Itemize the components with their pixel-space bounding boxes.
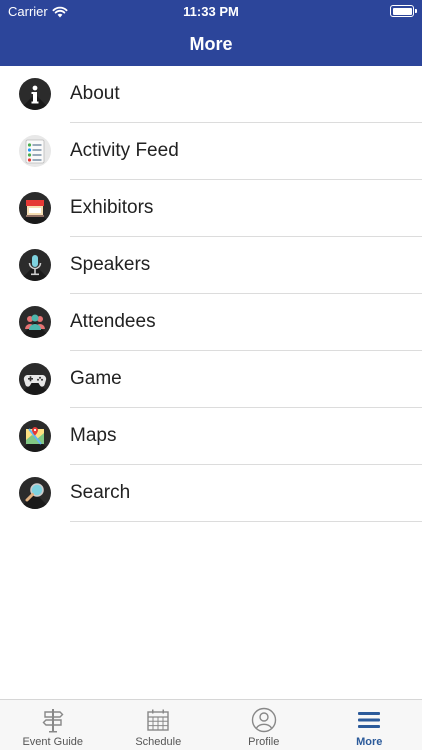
page-title: More xyxy=(189,34,233,54)
menu-item-label: About xyxy=(70,83,120,104)
tab-more[interactable]: More xyxy=(317,700,422,750)
tab-profile[interactable]: Profile xyxy=(211,700,317,750)
divider xyxy=(70,521,422,522)
map-icon xyxy=(19,420,51,452)
menu-item-label: Activity Feed xyxy=(70,140,179,161)
info-icon xyxy=(19,78,51,110)
menu-item-about[interactable]: About xyxy=(0,66,422,123)
menu-item-attendees[interactable]: Attendees xyxy=(0,294,422,351)
menu-item-activity-feed[interactable]: Activity Feed xyxy=(0,123,422,180)
battery-icon xyxy=(390,5,417,17)
menu-item-maps[interactable]: Maps xyxy=(0,408,422,465)
tab-schedule[interactable]: Schedule xyxy=(106,700,212,750)
menu-item-label: Maps xyxy=(70,425,117,446)
menu-item-exhibitors[interactable]: Exhibitors xyxy=(0,180,422,237)
tab-event-guide[interactable]: Event Guide xyxy=(0,700,106,750)
menu-item-speakers[interactable]: Speakers xyxy=(0,237,422,294)
tab-label: More xyxy=(356,736,383,748)
gamepad-icon xyxy=(19,363,51,395)
menu-icon xyxy=(356,707,382,733)
profile-icon xyxy=(251,707,277,733)
tab-label: Schedule xyxy=(135,736,182,748)
microphone-icon xyxy=(19,249,51,281)
exhibitors-icon xyxy=(19,192,51,224)
menu-item-label: Search xyxy=(70,482,131,503)
status-time: 11:33 PM xyxy=(183,4,239,19)
status-bar: Carrier 11:33 PM xyxy=(0,0,422,22)
calendar-icon xyxy=(145,707,171,733)
tab-label: Event Guide xyxy=(22,736,84,748)
navigation-header: Carrier 11:33 PM More xyxy=(0,0,422,66)
menu-item-game[interactable]: Game xyxy=(0,351,422,408)
menu-item-label: Game xyxy=(70,368,122,389)
tab-bar: Event Guide Schedule Profile More xyxy=(0,699,422,750)
attendees-icon xyxy=(19,306,51,338)
menu-item-label: Attendees xyxy=(70,311,156,332)
activity-feed-icon xyxy=(19,135,51,167)
menu-item-search[interactable]: Search xyxy=(0,465,422,522)
more-menu-list: About Activity Feed Exhibitors Speakers … xyxy=(0,66,422,522)
signpost-icon xyxy=(40,707,66,733)
menu-item-label: Speakers xyxy=(70,254,151,275)
menu-item-label: Exhibitors xyxy=(70,197,154,218)
search-icon xyxy=(19,477,51,509)
tab-label: Profile xyxy=(248,736,280,748)
